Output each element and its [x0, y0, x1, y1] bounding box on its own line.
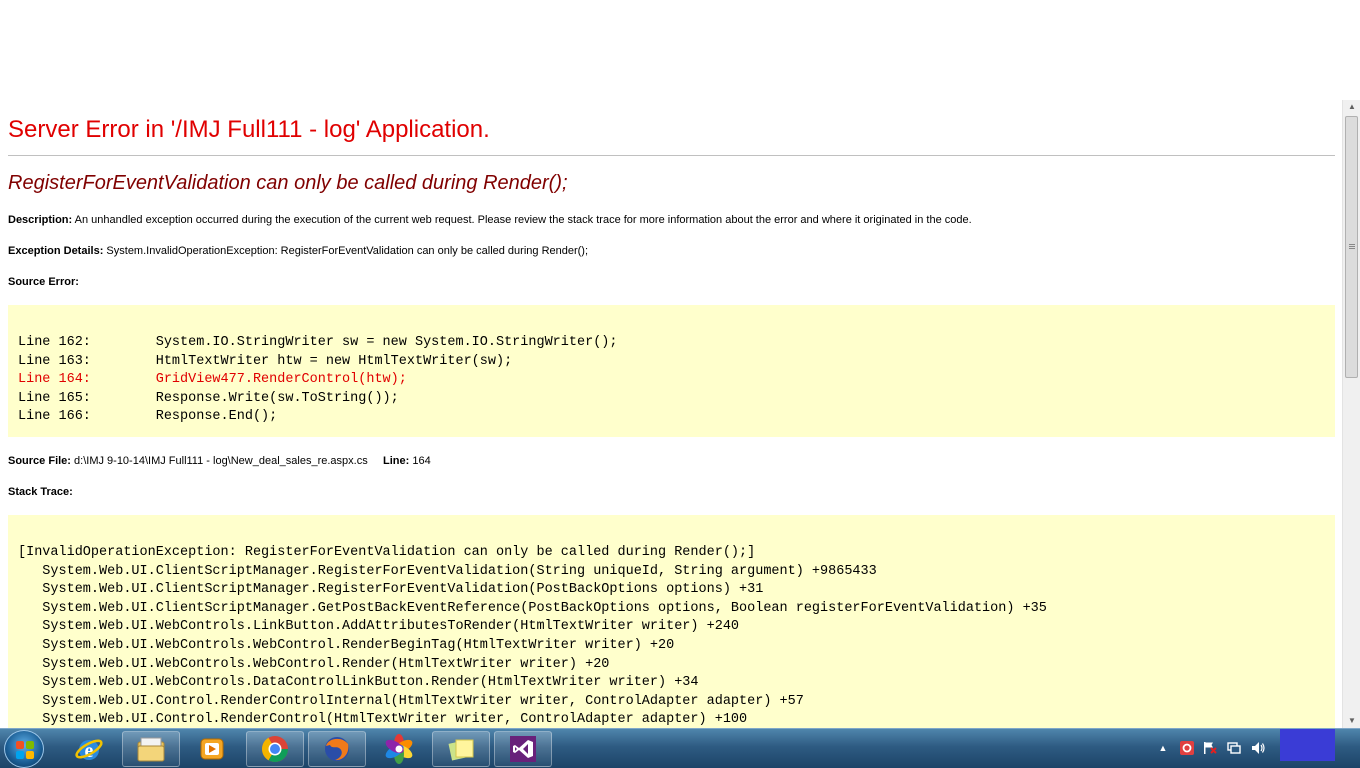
- error-message: RegisterForEventValidation can only be c…: [8, 172, 568, 194]
- description: Description: An unhandled exception occu…: [8, 214, 972, 226]
- stack-line: System.Web.UI.Control.RenderControl(Html…: [18, 712, 748, 728]
- vertical-scrollbar[interactable]: ▲ ▼: [1342, 100, 1360, 728]
- exception-details: Exception Details: System.InvalidOperati…: [8, 245, 588, 257]
- source-line: Line 162: System.IO.StringWriter sw = ne…: [18, 335, 618, 350]
- source-line: Line 163: HtmlTextWriter htw = new HtmlT…: [18, 353, 513, 369]
- scroll-up-arrow-icon[interactable]: ▲: [1343, 100, 1360, 114]
- antivirus-icon[interactable]: [1180, 741, 1194, 755]
- stack-line: System.Web.UI.ClientScriptManager.Regist…: [18, 563, 877, 579]
- description-text: An unhandled exception occurred during t…: [74, 214, 972, 226]
- source-file: Source File: d:\IMJ 9-10-14\IMJ Full111 …: [8, 455, 431, 467]
- line-number: 164: [412, 455, 431, 467]
- taskbar: e ▲: [0, 728, 1360, 768]
- stack-line: System.Web.UI.ClientScriptManager.GetPos…: [18, 600, 1047, 616]
- exception-label: Exception Details:: [8, 245, 104, 257]
- visual-studio-icon: [510, 736, 536, 762]
- stack-line: System.Web.UI.ClientScriptManager.Regist…: [18, 582, 764, 598]
- stack-line: System.Web.UI.WebControls.DataControlLin…: [18, 675, 699, 691]
- taskbar-internet-explorer[interactable]: e: [60, 731, 118, 767]
- folder-icon: [137, 737, 165, 762]
- show-desktop-button[interactable]: [1280, 729, 1335, 761]
- source-line-highlighted: Line 164: GridView477.RenderControl(htw)…: [18, 372, 407, 388]
- taskbar-google-chrome[interactable]: [246, 731, 304, 767]
- volume-icon[interactable]: [1251, 741, 1265, 755]
- firefox-icon: [325, 737, 349, 761]
- stack-line: System.Web.UI.WebControls.WebControl.Ren…: [18, 637, 675, 653]
- stack-trace-label: Stack Trace:: [8, 486, 73, 498]
- internet-explorer-icon: e: [75, 739, 103, 762]
- network-icon[interactable]: [1227, 741, 1241, 755]
- start-button[interactable]: [4, 730, 44, 768]
- scroll-down-arrow-icon[interactable]: ▼: [1343, 714, 1360, 728]
- title-divider: [8, 155, 1335, 156]
- show-hidden-icons-arrow[interactable]: ▲: [1156, 741, 1170, 755]
- taskbar-picasa[interactable]: [370, 731, 428, 767]
- page-title: Server Error in '/IMJ Full111 - log' App…: [8, 116, 490, 143]
- stack-trace-block: [InvalidOperationException: RegisterForE…: [8, 515, 1335, 728]
- sticky-notes-icon: [448, 739, 474, 761]
- media-player-icon: [200, 738, 224, 760]
- taskbar-sticky-notes[interactable]: [432, 731, 490, 767]
- taskbar-media-player[interactable]: [184, 731, 240, 767]
- source-line: Line 166: Response.End();: [18, 409, 278, 425]
- grip-icon: [1349, 244, 1355, 245]
- stack-line: [InvalidOperationException: RegisterForE…: [18, 545, 756, 560]
- picasa-icon: [385, 734, 413, 764]
- source-line: Line 165: Response.Write(sw.ToString());: [18, 390, 399, 406]
- stack-line: System.Web.UI.WebControls.LinkButton.Add…: [18, 619, 740, 635]
- chrome-icon: [261, 736, 289, 763]
- stack-line: System.Web.UI.WebControls.WebControl.Ren…: [18, 656, 610, 672]
- line-label: Line:: [382, 455, 410, 467]
- windows-logo-icon: [16, 741, 34, 759]
- flag-icon[interactable]: [1203, 741, 1217, 755]
- taskbar-visual-studio[interactable]: [494, 731, 552, 767]
- exception-text: System.InvalidOperationException: Regist…: [106, 245, 589, 257]
- source-file-label: Source File:: [8, 455, 71, 467]
- source-error-block: Line 162: System.IO.StringWriter sw = ne…: [8, 305, 1335, 437]
- stack-trace-heading: Stack Trace:: [8, 486, 73, 498]
- source-error-heading: Source Error:: [8, 276, 79, 288]
- taskbar-windows-explorer[interactable]: [122, 731, 180, 767]
- source-file-path: d:\IMJ 9-10-14\IMJ Full111 - log\New_dea…: [74, 455, 368, 467]
- browser-page: Server Error in '/IMJ Full111 - log' App…: [0, 100, 1342, 728]
- source-error-label: Source Error:: [8, 276, 79, 288]
- description-label: Description:: [8, 214, 73, 226]
- scrollbar-thumb[interactable]: [1345, 116, 1358, 378]
- stack-line: System.Web.UI.Control.RenderControlInter…: [18, 693, 804, 709]
- taskbar-firefox[interactable]: [308, 731, 366, 767]
